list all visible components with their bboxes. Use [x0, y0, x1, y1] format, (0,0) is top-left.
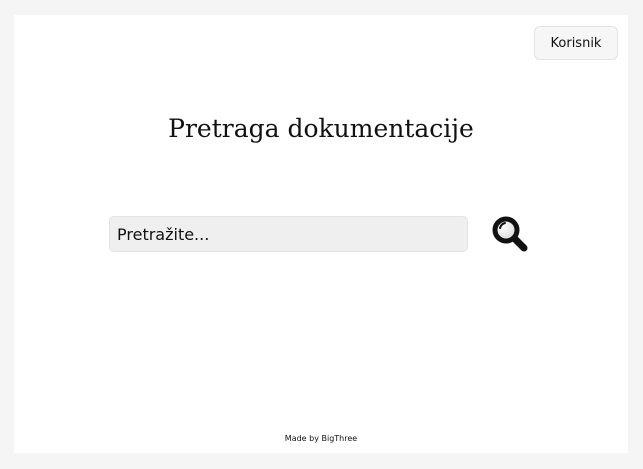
search-button[interactable]	[491, 215, 529, 253]
search-input[interactable]	[109, 216, 468, 252]
main-card: Korisnik Pretraga dokumentacije Made by …	[14, 15, 628, 453]
footer-credit: Made by BigThree	[284, 434, 358, 443]
magnifying-glass-icon	[492, 216, 528, 252]
page-title: Pretraga dokumentacije	[168, 114, 474, 143]
user-button[interactable]: Korisnik	[534, 26, 618, 60]
